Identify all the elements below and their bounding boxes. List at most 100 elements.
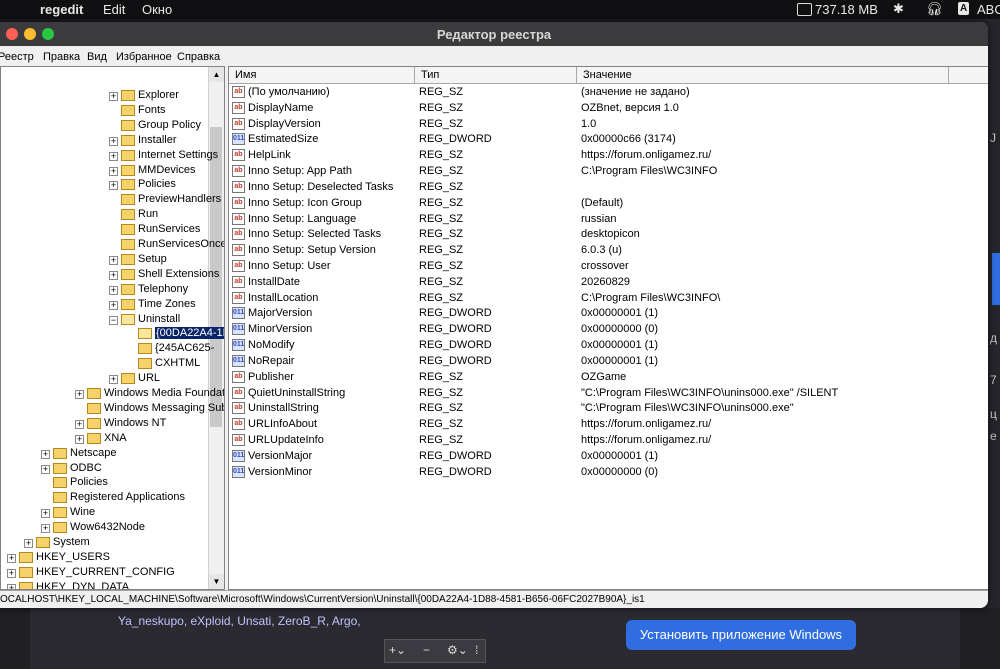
- expand-icon[interactable]: +: [109, 255, 118, 265]
- value-data: https://forum.onligamez.ru/: [581, 434, 712, 447]
- menu-window[interactable]: Окно: [142, 2, 172, 17]
- expand-icon[interactable]: +: [75, 390, 84, 399]
- registry-value-row[interactable]: 011 NoRepair REG_DWORD 0x00000001 (1): [229, 354, 988, 370]
- tree-node-label: Telephony: [138, 282, 189, 295]
- tree-node-label: Policies: [70, 476, 108, 489]
- value-name: HelpLink: [248, 149, 291, 162]
- registry-value-row[interactable]: ab Publisher REG_SZ OZGame: [229, 370, 988, 386]
- headphones-icon[interactable]: 🎧︎: [926, 1, 943, 17]
- registry-tree[interactable]: ▲ ▼ + Explorer Fonts Group Policy + Installer…: [0, 66, 225, 590]
- registry-value-row[interactable]: ab DisplayName REG_SZ OZBnet, версия 1.0: [229, 101, 988, 117]
- app-name-menu[interactable]: regedit: [40, 2, 83, 17]
- value-data: 0x00000001 (1): [581, 449, 659, 462]
- add-icon[interactable]: +⌄: [389, 643, 406, 657]
- expand-icon[interactable]: +: [109, 270, 118, 280]
- registry-value-row[interactable]: ab Inno Setup: User REG_SZ crossover: [229, 259, 988, 275]
- registry-value-row[interactable]: ab QuietUninstallString REG_SZ "C:\Program …: [229, 386, 988, 402]
- dword-value-icon: 011: [232, 307, 245, 320]
- value-name: Publisher: [248, 370, 294, 383]
- input-source-label[interactable]: ABC: [977, 2, 1000, 17]
- value-type: REG_DWORD: [419, 449, 492, 462]
- expand-icon[interactable]: +: [109, 136, 118, 146]
- registry-value-row[interactable]: ab Inno Setup: Selected Tasks REG_SZ deskto…: [229, 227, 988, 243]
- value-type: REG_SZ: [419, 402, 464, 415]
- folder-icon: [121, 298, 135, 310]
- value-data: 0x00000c66 (3174): [581, 133, 676, 146]
- expand-icon[interactable]: +: [109, 375, 118, 385]
- expand-icon[interactable]: +: [109, 300, 118, 310]
- scroll-down-icon[interactable]: ▼: [209, 574, 224, 589]
- bluetooth-icon[interactable]: ✱: [893, 1, 904, 17]
- expand-icon[interactable]: +: [109, 285, 118, 295]
- menu-edit[interactable]: Edit: [103, 2, 125, 17]
- resize-icon[interactable]: ⁞: [475, 643, 478, 657]
- folder-icon: [87, 417, 101, 429]
- string-value-icon: ab: [232, 196, 245, 209]
- registry-value-row[interactable]: 011 EstimatedSize REG_DWORD 0x00000c66 (317…: [229, 132, 988, 148]
- remove-icon[interactable]: −: [423, 643, 430, 657]
- registry-value-row[interactable]: 011 NoModify REG_DWORD 0x00000001 (1): [229, 338, 988, 354]
- registry-value-row[interactable]: 011 VersionMajor REG_DWORD 0x00000001 (1): [229, 449, 988, 465]
- collapse-icon[interactable]: −: [109, 315, 118, 325]
- gear-icon[interactable]: ⚙⌄: [447, 643, 468, 657]
- registry-value-row[interactable]: 011 VersionMinor REG_DWORD 0x00000000 (0): [229, 465, 988, 481]
- menu-view[interactable]: Вид: [87, 51, 107, 63]
- expand-icon[interactable]: +: [109, 92, 118, 101]
- window-titlebar[interactable]: Редактор реестра: [0, 22, 988, 46]
- registry-value-row[interactable]: ab URLInfoAbout REG_SZ https://forum.onliga…: [229, 417, 988, 433]
- value-name: VersionMinor: [248, 465, 313, 478]
- registry-value-row[interactable]: ab InstallDate REG_SZ 20260829: [229, 275, 988, 291]
- registry-value-row[interactable]: ab Inno Setup: App Path REG_SZ C:\Program F…: [229, 164, 988, 180]
- column-name[interactable]: Имя: [229, 67, 415, 83]
- expand-icon[interactable]: +: [109, 181, 118, 191]
- value-name: Inno Setup: Selected Tasks: [248, 228, 382, 241]
- background-glyph: е: [990, 429, 997, 443]
- menu-favorites[interactable]: Избранное: [116, 51, 172, 63]
- menu-edit-ru[interactable]: Правка: [43, 51, 80, 63]
- registry-value-row[interactable]: ab UninstallString REG_SZ "C:\Program Files…: [229, 401, 988, 417]
- expand-icon[interactable]: +: [41, 464, 50, 474]
- expand-icon[interactable]: +: [109, 166, 118, 176]
- column-value[interactable]: Значение: [577, 67, 949, 83]
- expand-icon[interactable]: +: [41, 449, 50, 459]
- registry-value-row[interactable]: ab URLUpdateInfo REG_SZ https://forum.onlig…: [229, 433, 988, 449]
- expand-icon[interactable]: +: [41, 524, 50, 534]
- input-source-icon[interactable]: A: [958, 2, 970, 15]
- memory-icon[interactable]: [797, 3, 812, 16]
- value-type: REG_SZ: [419, 291, 464, 304]
- values-list[interactable]: Имя Тип Значение ab (По умолчанию) REG_SZ(…: [228, 66, 988, 590]
- tree-node-label: Shell Extensions: [138, 267, 220, 280]
- expand-icon[interactable]: +: [24, 539, 33, 548]
- folder-icon: [121, 253, 135, 265]
- value-name: Inno Setup: App Path: [248, 165, 352, 178]
- dword-value-icon: 011: [232, 339, 245, 352]
- registry-value-row[interactable]: ab (По умолчанию) REG_SZ (значение не задан…: [229, 85, 988, 101]
- registry-value-row[interactable]: ab DisplayVersion REG_SZ 1.0: [229, 117, 988, 133]
- expand-icon[interactable]: +: [7, 568, 16, 578]
- folder-icon: [121, 268, 135, 280]
- registry-value-row[interactable]: 011 MinorVersion REG_DWORD 0x00000000 (0): [229, 322, 988, 338]
- expand-icon[interactable]: +: [75, 434, 84, 444]
- string-value-icon: ab: [232, 275, 245, 288]
- registry-value-row[interactable]: ab Inno Setup: Language REG_SZ russian: [229, 212, 988, 228]
- dword-value-icon: 011: [232, 465, 245, 478]
- folder-icon: [53, 447, 67, 459]
- install-windows-app-button[interactable]: Установить приложение Windows: [626, 620, 856, 650]
- registry-value-row[interactable]: ab InstallLocation REG_SZ C:\Program Files\…: [229, 291, 988, 307]
- value-type: REG_SZ: [419, 117, 464, 130]
- registry-value-row[interactable]: 011 MajorVersion REG_DWORD 0x00000001 (1): [229, 306, 988, 322]
- toolbar-controls[interactable]: +⌄ − ⚙⌄ ⁞: [384, 639, 486, 663]
- registry-value-row[interactable]: ab HelpLink REG_SZ https://forum.onligamez.…: [229, 148, 988, 164]
- registry-value-row[interactable]: ab Inno Setup: Setup Version REG_SZ 6.0.3 (…: [229, 243, 988, 259]
- expand-icon[interactable]: +: [7, 553, 16, 563]
- expand-icon[interactable]: +: [41, 509, 50, 519]
- expand-icon[interactable]: +: [75, 419, 84, 429]
- column-type[interactable]: Тип: [415, 67, 577, 83]
- scroll-up-icon[interactable]: ▲: [209, 67, 224, 82]
- menu-help[interactable]: Справка: [177, 51, 220, 63]
- memory-readout[interactable]: 737.18 MB: [815, 2, 878, 17]
- expand-icon[interactable]: +: [109, 151, 118, 161]
- registry-value-row[interactable]: ab Inno Setup: Deselected Tasks REG_SZ: [229, 180, 988, 196]
- menu-registry[interactable]: Реестр: [0, 51, 34, 63]
- registry-value-row[interactable]: ab Inno Setup: Icon Group REG_SZ (Default): [229, 196, 988, 212]
